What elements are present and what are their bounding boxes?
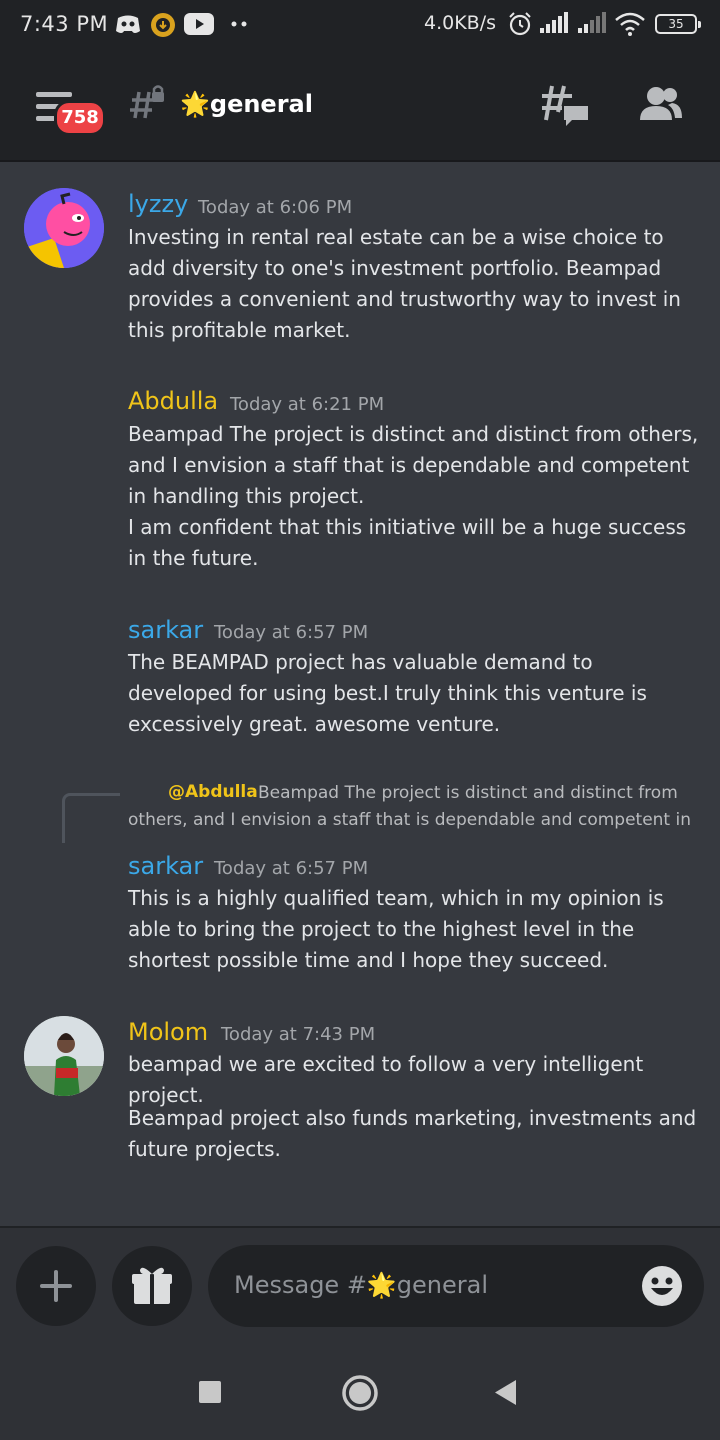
gift-icon bbox=[132, 1267, 172, 1304]
message-text: This is a highly qualified team, which i… bbox=[128, 886, 664, 972]
recent-apps-icon[interactable] bbox=[199, 1381, 223, 1405]
emoji-icon[interactable] bbox=[640, 1264, 684, 1308]
message-author[interactable]: Molom bbox=[128, 1018, 208, 1046]
battery-icon: 35 bbox=[655, 14, 701, 34]
message-author[interactable]: lyzzy bbox=[128, 190, 188, 218]
notification-badge: 758 bbox=[54, 100, 106, 136]
download-icon bbox=[151, 13, 175, 37]
members-icon[interactable] bbox=[638, 86, 682, 122]
signal-icon bbox=[540, 12, 568, 33]
more-dots-icon bbox=[231, 21, 247, 27]
message-list[interactable]: lyzzy Today at 6:06 PM Investing in rent… bbox=[0, 162, 720, 1226]
avatar[interactable] bbox=[24, 1016, 104, 1096]
wifi-icon bbox=[615, 12, 645, 36]
system-nav-bar bbox=[0, 1346, 720, 1440]
gift-button[interactable] bbox=[112, 1246, 192, 1326]
status-time: 7:43 PM bbox=[20, 12, 109, 36]
channel-header: 🌟general bbox=[0, 52, 720, 162]
message-text: Beampad The project is distinct and dist… bbox=[128, 422, 699, 508]
message-timestamp: Today at 6:57 PM bbox=[214, 622, 369, 643]
message-text: Beampad project also funds marketing, in… bbox=[128, 1106, 697, 1161]
avatar[interactable] bbox=[24, 188, 104, 268]
message-author[interactable]: Abdulla bbox=[128, 387, 218, 415]
message-timestamp: Today at 6:06 PM bbox=[198, 197, 353, 218]
signal-icon-2 bbox=[578, 12, 606, 33]
network-speed: 4.0KB/s bbox=[424, 12, 497, 34]
message-input-placeholder: Message #🌟general bbox=[234, 1271, 489, 1299]
back-icon[interactable] bbox=[494, 1380, 518, 1406]
message-text: I am confident that this initiative will… bbox=[128, 515, 687, 570]
message-text: The BEAMPAD project has valuable demand … bbox=[128, 650, 647, 736]
home-icon[interactable] bbox=[340, 1373, 380, 1413]
message-text: Investing in rental real estate can be a… bbox=[128, 225, 681, 342]
status-bar: 7:43 PM 4.0KB/s 35 bbox=[0, 0, 720, 52]
message-author[interactable]: sarkar bbox=[128, 616, 203, 644]
add-attachment-button[interactable] bbox=[16, 1246, 96, 1326]
reply-mention[interactable]: @Abdulla bbox=[168, 782, 258, 802]
plus-icon bbox=[40, 1270, 72, 1302]
reply-connector bbox=[62, 793, 120, 843]
alarm-icon bbox=[509, 12, 531, 36]
threads-icon[interactable] bbox=[542, 84, 590, 130]
message-text: beampad we are excited to follow a very … bbox=[128, 1052, 644, 1107]
message-timestamp: Today at 6:57 PM bbox=[214, 858, 369, 879]
youtube-icon bbox=[184, 13, 214, 35]
message-timestamp: Today at 6:21 PM bbox=[230, 394, 385, 415]
locked-hashtag-icon bbox=[130, 85, 164, 119]
discord-icon bbox=[116, 15, 140, 33]
message-timestamp: Today at 7:43 PM bbox=[221, 1024, 376, 1045]
channel-title: 🌟general bbox=[180, 90, 313, 118]
message-author[interactable]: sarkar bbox=[128, 852, 203, 880]
